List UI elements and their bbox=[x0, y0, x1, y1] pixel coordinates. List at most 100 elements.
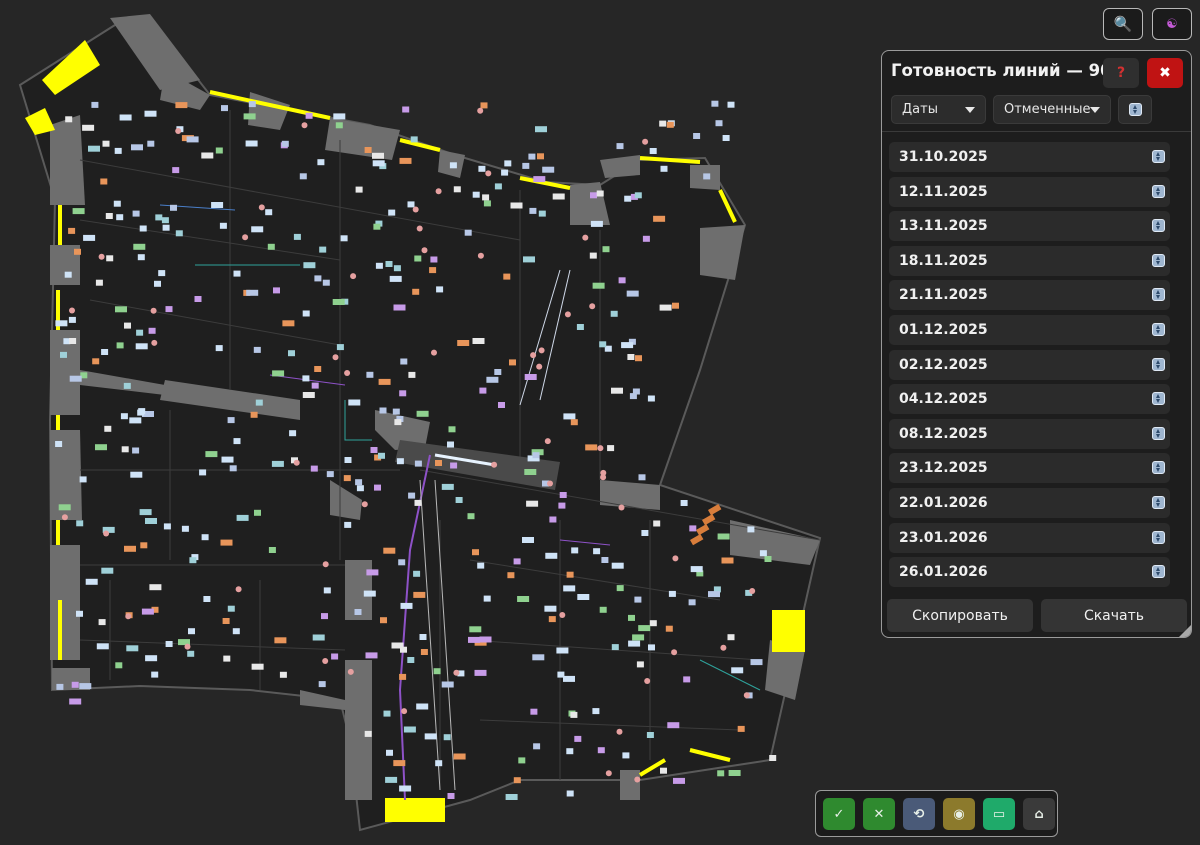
dates-dropdown[interactable]: Даты bbox=[891, 95, 986, 124]
device-marker[interactable] bbox=[123, 382, 131, 389]
date-row[interactable]: 08.12.2025 bbox=[889, 418, 1170, 449]
device-marker[interactable] bbox=[412, 288, 420, 295]
device-marker[interactable] bbox=[399, 157, 412, 164]
device-marker[interactable] bbox=[386, 749, 393, 756]
device-marker[interactable] bbox=[641, 530, 649, 536]
device-marker[interactable] bbox=[82, 124, 95, 131]
device-marker[interactable] bbox=[246, 289, 259, 296]
device-marker[interactable] bbox=[548, 616, 556, 623]
device-marker[interactable] bbox=[124, 322, 131, 329]
device-marker[interactable] bbox=[132, 210, 140, 217]
device-marker[interactable] bbox=[162, 224, 170, 231]
device-marker[interactable] bbox=[98, 619, 106, 626]
device-marker[interactable] bbox=[215, 345, 223, 352]
device-marker[interactable] bbox=[366, 371, 374, 378]
device-marker[interactable] bbox=[556, 647, 569, 654]
device-marker[interactable] bbox=[88, 145, 100, 152]
device-marker[interactable] bbox=[305, 112, 313, 119]
device-marker[interactable] bbox=[566, 790, 574, 797]
device-marker[interactable] bbox=[91, 101, 99, 108]
device-marker[interactable] bbox=[268, 547, 276, 553]
device-marker[interactable] bbox=[505, 794, 518, 800]
device-marker[interactable] bbox=[530, 708, 538, 715]
device-marker[interactable] bbox=[728, 770, 741, 776]
device-marker[interactable] bbox=[100, 178, 108, 185]
device-marker[interactable] bbox=[474, 669, 487, 676]
device-marker[interactable] bbox=[399, 785, 412, 792]
device-marker[interactable] bbox=[501, 169, 509, 176]
device-marker[interactable] bbox=[355, 186, 363, 193]
device-marker[interactable] bbox=[566, 748, 574, 755]
date-row[interactable]: 18.11.2025 bbox=[889, 245, 1170, 276]
filter-dropdown[interactable]: Отмеченные bbox=[993, 95, 1111, 124]
device-marker[interactable] bbox=[435, 460, 442, 466]
device-marker[interactable] bbox=[559, 492, 567, 498]
device-marker[interactable] bbox=[750, 659, 763, 666]
device-marker[interactable] bbox=[522, 162, 530, 169]
device-marker[interactable] bbox=[145, 655, 158, 662]
device-marker[interactable] bbox=[711, 100, 719, 107]
device-marker[interactable] bbox=[69, 338, 77, 344]
device-marker[interactable] bbox=[533, 743, 541, 750]
device-marker[interactable] bbox=[659, 304, 672, 311]
device-marker[interactable] bbox=[354, 609, 362, 615]
device-marker[interactable] bbox=[104, 425, 112, 432]
box-tool-button[interactable]: ▭ bbox=[983, 798, 1015, 830]
device-marker[interactable] bbox=[402, 106, 410, 113]
sensor-marker[interactable] bbox=[453, 669, 460, 676]
device-marker[interactable] bbox=[181, 525, 189, 532]
device-marker[interactable] bbox=[64, 271, 72, 278]
sensor-marker[interactable] bbox=[671, 649, 678, 656]
copy-button[interactable]: Скопировать bbox=[887, 599, 1033, 632]
device-marker[interactable] bbox=[119, 114, 132, 121]
device-marker[interactable] bbox=[407, 657, 415, 663]
sensor-marker[interactable] bbox=[332, 354, 339, 361]
device-marker[interactable] bbox=[571, 547, 579, 554]
device-marker[interactable] bbox=[653, 520, 661, 527]
device-marker[interactable] bbox=[464, 229, 472, 236]
device-marker[interactable] bbox=[660, 767, 667, 774]
device-marker[interactable] bbox=[344, 457, 352, 463]
reorder-icon[interactable] bbox=[1152, 322, 1165, 336]
device-marker[interactable] bbox=[372, 152, 384, 159]
device-marker[interactable] bbox=[513, 558, 521, 565]
sensor-marker[interactable] bbox=[605, 770, 612, 777]
sensor-marker[interactable] bbox=[301, 122, 308, 129]
sensor-marker[interactable] bbox=[544, 438, 551, 445]
device-marker[interactable] bbox=[187, 650, 195, 657]
device-marker[interactable] bbox=[60, 351, 67, 358]
device-marker[interactable] bbox=[524, 374, 537, 380]
device-marker[interactable] bbox=[472, 549, 479, 556]
device-marker[interactable] bbox=[303, 262, 316, 269]
device-marker[interactable] bbox=[274, 637, 287, 644]
device-marker[interactable] bbox=[479, 636, 492, 643]
device-marker[interactable] bbox=[429, 267, 437, 274]
device-marker[interactable] bbox=[120, 413, 128, 420]
device-marker[interactable] bbox=[83, 234, 96, 241]
sensor-marker[interactable] bbox=[642, 138, 649, 145]
device-marker[interactable] bbox=[420, 649, 428, 655]
device-marker[interactable] bbox=[385, 261, 393, 267]
reorder-icon[interactable] bbox=[1152, 530, 1165, 544]
device-marker[interactable] bbox=[552, 193, 565, 200]
sensor-marker[interactable] bbox=[477, 107, 484, 114]
device-marker[interactable] bbox=[250, 411, 258, 418]
device-marker[interactable] bbox=[414, 499, 422, 506]
device-marker[interactable] bbox=[601, 557, 609, 563]
device-marker[interactable] bbox=[607, 445, 615, 452]
cable-tool-button[interactable]: ◉ bbox=[943, 798, 975, 830]
device-marker[interactable] bbox=[366, 569, 379, 576]
sensor-marker[interactable] bbox=[644, 678, 651, 684]
sensor-marker[interactable] bbox=[564, 311, 571, 318]
device-marker[interactable] bbox=[114, 147, 122, 154]
device-marker[interactable] bbox=[542, 166, 555, 173]
device-marker[interactable] bbox=[599, 606, 607, 613]
sensor-marker[interactable] bbox=[242, 234, 249, 241]
sensor-marker[interactable] bbox=[431, 349, 437, 356]
device-marker[interactable] bbox=[602, 246, 610, 253]
device-marker[interactable] bbox=[273, 287, 280, 294]
device-marker[interactable] bbox=[737, 725, 745, 732]
sensor-marker[interactable] bbox=[125, 613, 132, 620]
device-marker[interactable] bbox=[596, 190, 604, 197]
device-marker[interactable] bbox=[393, 760, 406, 767]
